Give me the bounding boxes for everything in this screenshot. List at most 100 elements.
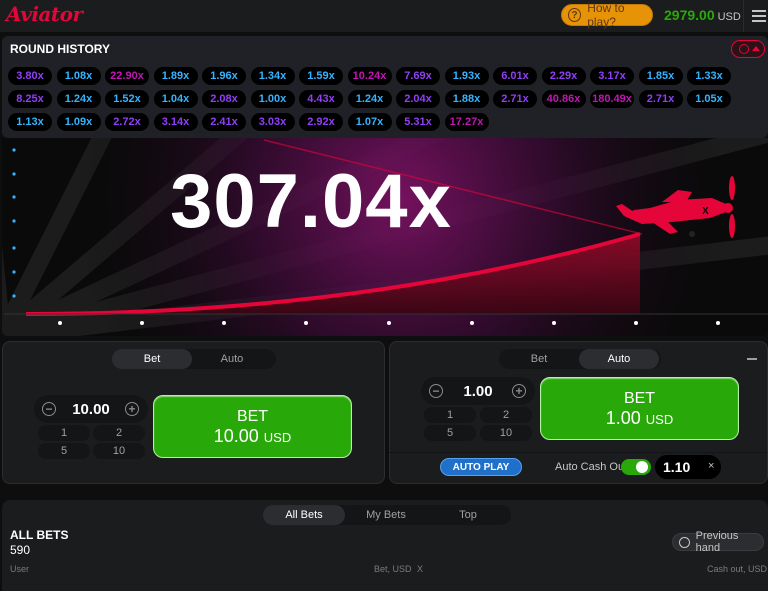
history-multiplier[interactable]: 1.00x [250, 90, 295, 108]
history-multiplier[interactable]: 1.04x [153, 90, 198, 108]
minus-icon[interactable]: − [42, 402, 56, 416]
history-multiplier[interactable]: 22.90x [105, 67, 149, 85]
plus-icon[interactable]: + [125, 402, 139, 416]
balance-currency: USD [717, 11, 741, 23]
bet-panel-2-tab-auto[interactable]: Auto [579, 349, 659, 369]
history-multiplier[interactable]: 1.24x [347, 90, 392, 108]
auto-cash-out-label: Auto Cash Out [555, 461, 628, 473]
bet-button-1-currency: USD [263, 430, 292, 445]
bet-panel-1-tabs: Bet Auto [112, 349, 276, 369]
history-multiplier[interactable]: 1.07x [347, 113, 392, 131]
column-x: X [417, 564, 424, 574]
history-multiplier[interactable]: 3.03x [250, 113, 295, 131]
history-multiplier[interactable]: 7.69x [396, 67, 440, 85]
history-multiplier[interactable]: 1.88x [444, 90, 489, 108]
bet-button-1-label: BET [236, 408, 269, 425]
how-to-play-button[interactable]: ? How to play? [561, 1, 653, 29]
quick-bet-5[interactable]: 5 [424, 425, 476, 441]
aviator-logo[interactable]: Aviator [6, 2, 83, 26]
all-bets-title: ALL BETS [10, 528, 69, 542]
history-multiplier[interactable]: 1.13x [8, 113, 52, 131]
history-multiplier[interactable]: 10.24x [347, 67, 392, 85]
history-multiplier[interactable]: 2.04x [396, 90, 440, 108]
history-multiplier[interactable]: 2.29x [541, 67, 586, 85]
quick-bet-10[interactable]: 10 [93, 443, 145, 459]
clock-icon [739, 44, 749, 54]
history-multiplier[interactable]: 3.14x [153, 113, 198, 131]
bet-panel-1-tab-auto[interactable]: Auto [192, 349, 272, 369]
bet-button-2[interactable]: BET 1.00 USD [540, 377, 739, 440]
history-multiplier[interactable]: 2.71x [493, 90, 537, 108]
all-bets-count: 590 [10, 543, 31, 557]
bet-panel-1-tab-bet[interactable]: Bet [112, 349, 192, 369]
tab-top[interactable]: Top [427, 505, 509, 525]
history-toggle-button[interactable] [731, 40, 765, 58]
history-multiplier[interactable]: 17.27x [444, 113, 489, 131]
quick-bet-1[interactable]: 1 [424, 407, 476, 423]
round-history-title: ROUND HISTORY [10, 42, 111, 56]
history-multiplier[interactable]: 4.43x [299, 90, 343, 108]
quick-bet-10[interactable]: 10 [480, 425, 532, 441]
history-multiplier[interactable]: 3.17x [590, 67, 634, 85]
history-multiplier[interactable]: 1.93x [444, 67, 489, 85]
column-cash-out: Cash out, USD [707, 564, 768, 574]
history-multiplier[interactable]: 1.09x [56, 113, 101, 131]
bet-button-1[interactable]: BET 10.00 USD [153, 395, 352, 458]
history-multiplier[interactable]: 1.89x [153, 67, 198, 85]
remove-panel-icon[interactable] [747, 358, 757, 360]
how-to-play-label: How to play? [587, 1, 625, 29]
bet-button-1-amount: 10.00 [213, 426, 259, 446]
history-multiplier[interactable]: 1.05x [687, 90, 731, 108]
history-multiplier[interactable]: 1.08x [56, 67, 101, 85]
quick-bet-1[interactable]: 1 [38, 425, 90, 441]
menu-icon[interactable] [752, 10, 766, 25]
auto-cash-out-toggle[interactable] [621, 459, 651, 475]
history-multiplier[interactable]: 6.01x [493, 67, 537, 85]
bet-button-2-amount: 1.00 [605, 408, 641, 428]
history-multiplier[interactable]: 5.31x [396, 113, 440, 131]
chevron-up-icon [752, 46, 760, 51]
current-multiplier: 307.04x [170, 159, 452, 244]
clear-icon[interactable]: × [708, 460, 714, 472]
quick-bet-2[interactable]: 2 [93, 425, 145, 441]
history-multiplier[interactable]: 180.49x [590, 90, 634, 108]
history-multiplier[interactable]: 1.33x [687, 67, 731, 85]
history-multiplier[interactable]: 1.59x [299, 67, 343, 85]
bet-panel-2-tab-bet[interactable]: Bet [499, 349, 579, 369]
history-multiplier[interactable]: 2.41x [202, 113, 246, 131]
bet-panel-1-amount[interactable]: 10.00 [61, 401, 121, 418]
history-multiplier[interactable]: 1.34x [250, 67, 295, 85]
history-multiplier[interactable]: 1.24x [56, 90, 101, 108]
quick-bet-2[interactable]: 2 [480, 407, 532, 423]
balance-amount: 2979.00 [664, 7, 715, 23]
history-multiplier[interactable]: 3.80x [8, 67, 52, 85]
tab-my-bets[interactable]: My Bets [345, 505, 427, 525]
bets-tabs: All Bets My Bets Top [263, 505, 511, 525]
bet-panel-2-amount[interactable]: 1.00 [448, 383, 508, 400]
history-multiplier[interactable]: 1.96x [202, 67, 246, 85]
auto-cash-out-value[interactable]: 1.10 [663, 459, 690, 475]
header-divider [743, 0, 744, 32]
round-history: ROUND HISTORY 3.80x 1.08x 22.90x 1.89x 1.96x… [2, 36, 768, 138]
previous-hand-button[interactable]: Previous hand [672, 530, 764, 554]
previous-hand-label: Previous hand [695, 530, 739, 554]
history-multiplier[interactable]: 2.72x [105, 113, 149, 131]
history-multiplier[interactable]: 2.92x [299, 113, 343, 131]
history-multiplier[interactable]: 8.25x [8, 90, 52, 108]
history-multiplier[interactable]: 2.08x [202, 90, 246, 108]
bet-button-2-label: BET [623, 390, 656, 407]
game-canvas: X 307.04x [2, 138, 768, 336]
bet-panel-2-tabs: Bet Auto [499, 349, 661, 369]
balance: 2979.00 USD [664, 7, 741, 23]
history-multiplier[interactable]: 1.52x [105, 90, 149, 108]
history-multiplier[interactable]: 40.86x [541, 90, 586, 108]
plus-icon[interactable]: + [512, 384, 526, 398]
top-bar: Aviator ? How to play? 2979.00 USD [0, 0, 768, 32]
bet-button-2-currency: USD [645, 412, 674, 427]
quick-bet-5[interactable]: 5 [38, 443, 90, 459]
minus-icon[interactable]: − [429, 384, 443, 398]
history-multiplier[interactable]: 1.85x [638, 67, 683, 85]
auto-play-button[interactable]: AUTO PLAY [440, 458, 522, 476]
history-multiplier[interactable]: 2.71x [638, 90, 683, 108]
tab-all-bets[interactable]: All Bets [263, 505, 345, 525]
